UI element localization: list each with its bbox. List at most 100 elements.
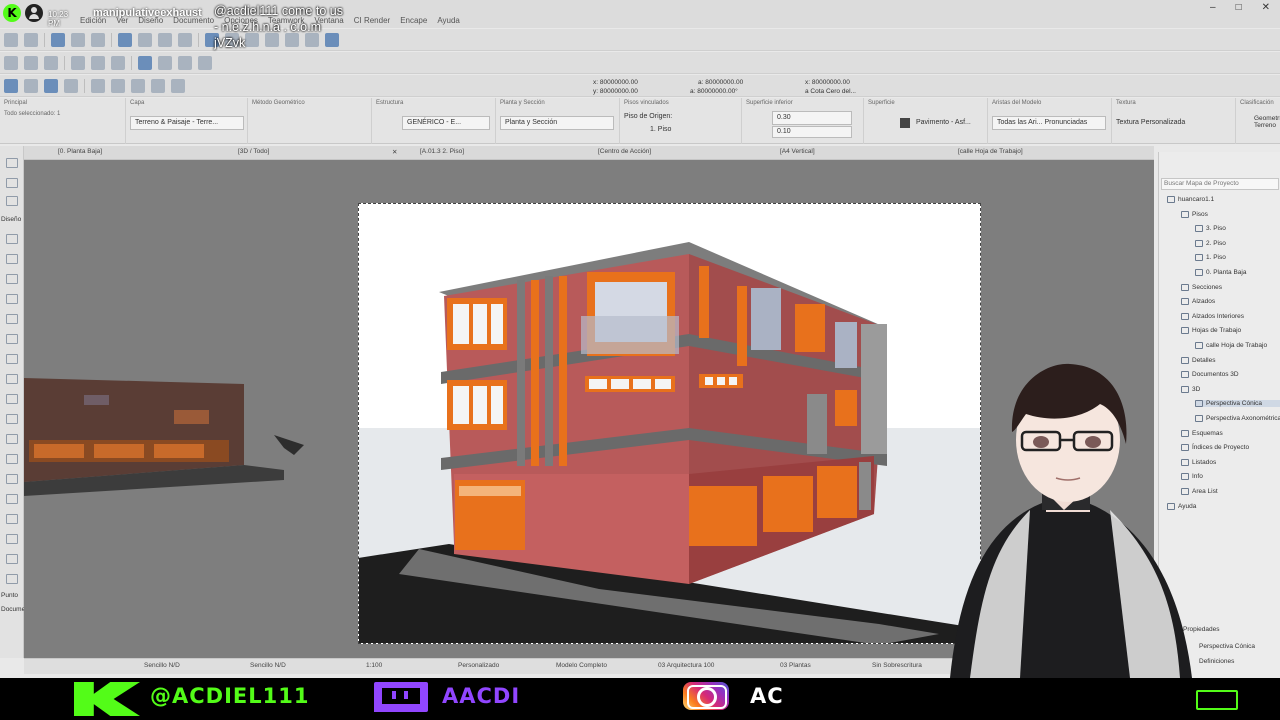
navigator-item[interactable]: Secciones [1181, 283, 1222, 291]
wall-tool-icon[interactable] [6, 234, 18, 244]
navigator-item[interactable]: Hojas de Trabajo [1181, 327, 1241, 335]
mesh-tool-icon[interactable] [6, 354, 18, 364]
navigator-item-label: huancaro1.1 [1178, 196, 1215, 203]
stretch-icon[interactable] [158, 55, 172, 70]
close-icon[interactable]: ✕ [392, 148, 397, 156]
minimize-icon[interactable]: – [1210, 2, 1216, 13]
selection-toolbar [0, 75, 1280, 97]
column-tool-icon[interactable] [6, 254, 18, 264]
line-icon[interactable] [91, 32, 105, 47]
edges-select[interactable]: Todas las Ari... Pronunciadas [992, 116, 1106, 130]
coord-x2: x: 80000000.00 [805, 79, 850, 86]
folder-icon [1195, 254, 1203, 262]
marquee-icon[interactable] [24, 78, 38, 93]
lamp-tool-icon[interactable] [6, 514, 18, 524]
mirror-icon[interactable] [24, 55, 38, 70]
elevate-icon[interactable] [178, 55, 192, 70]
navigator-item[interactable]: Alzados [1181, 298, 1215, 306]
texture-select[interactable]: Textura Personalizada [1116, 119, 1185, 126]
navigator-item[interactable]: 1. Piso [1195, 254, 1226, 262]
tab-a4[interactable]: [A4 Vertical] [780, 148, 815, 155]
layer-combo-icon[interactable] [111, 78, 125, 93]
filter-icon[interactable] [131, 78, 145, 93]
tab-2-piso[interactable]: [A.01.3 2. Piso] [420, 148, 464, 155]
home-story[interactable]: 1. Piso [650, 126, 671, 133]
marquee-tool-icon[interactable] [6, 178, 18, 188]
tab-planta-baja[interactable]: [0. Planta Baja] [58, 148, 102, 155]
object-tool-icon[interactable] [6, 494, 18, 504]
ib-capa: Capa Terreno & Paisaje - Terre... [126, 98, 248, 144]
navigator-item[interactable]: Alzados Interiores [1181, 312, 1244, 320]
scale-select[interactable]: 1:100 [366, 662, 382, 669]
navigator-search-input[interactable]: Buscar Mapa de Proyecto [1161, 178, 1279, 190]
close-icon[interactable]: ✕ [1262, 2, 1270, 13]
roof-tool-icon[interactable] [6, 314, 18, 324]
section-icon[interactable] [151, 78, 165, 93]
tab-centro-accion[interactable]: [Centro de Acción] [598, 148, 651, 155]
navigator-item[interactable]: Perspectiva Cónica [1195, 400, 1280, 408]
pointer-tool-icon[interactable] [6, 554, 18, 564]
thickness-field[interactable]: 0.30 [772, 111, 852, 125]
align-icon[interactable] [111, 55, 125, 70]
navigator-item[interactable]: 3. Piso [1195, 225, 1226, 233]
railing-tool-icon[interactable] [6, 394, 18, 404]
orbit-icon[interactable] [44, 78, 58, 93]
menu-item[interactable]: Ayuda [437, 16, 460, 28]
navigator-item[interactable]: Perspectiva Axonométrica [1195, 415, 1280, 422]
grid-snap-icon[interactable] [138, 55, 152, 70]
window-tool-icon[interactable] [6, 434, 18, 444]
navigator-item[interactable]: Pisos [1181, 210, 1208, 218]
navigator-item[interactable]: 2. Piso [1195, 239, 1226, 247]
arrow-select-icon[interactable] [4, 78, 18, 93]
pan-icon[interactable] [64, 78, 78, 93]
vtuber-avatar [950, 363, 1192, 678]
bottom-field[interactable]: 0.10 [772, 126, 852, 138]
arrow-tool-icon[interactable] [6, 158, 18, 168]
slab-tool-icon[interactable] [6, 294, 18, 304]
trim-icon[interactable] [71, 55, 85, 70]
menu-item[interactable]: Encape [400, 16, 427, 28]
magic-wand-icon[interactable] [171, 78, 185, 93]
layers-icon[interactable] [178, 32, 192, 47]
beam-tool-icon[interactable] [6, 274, 18, 284]
layer-select[interactable]: Terreno & Paisaje - Terre... [130, 116, 244, 130]
shell-tool-icon[interactable] [6, 334, 18, 344]
redo-icon[interactable] [24, 32, 38, 47]
navigator-item[interactable]: huancaro1.1 [1167, 196, 1214, 203]
undo-icon[interactable] [4, 32, 18, 47]
split-icon[interactable] [91, 55, 105, 70]
pen-icon[interactable] [71, 32, 85, 47]
curtain-wall-tool-icon[interactable] [6, 454, 18, 464]
morph-tool-icon[interactable] [6, 534, 18, 544]
stair-tool-icon[interactable] [6, 374, 18, 384]
rotate-icon[interactable] [4, 55, 18, 70]
twitch-handle: AACDI [442, 684, 521, 708]
zone-tool-icon[interactable] [6, 474, 18, 484]
table-icon[interactable] [91, 78, 105, 93]
ib-estructura: Estructura GENÉRICO - E... [372, 98, 496, 144]
coord-x: x: 80000000.00 [593, 79, 638, 86]
menu-item[interactable]: CI Render [354, 16, 390, 28]
tab-hoja-trabajo[interactable]: [calle Hoja de Trabajo] [958, 148, 1023, 155]
tab-3d[interactable]: [3D / Todo] [238, 148, 269, 155]
door-tool-icon[interactable] [6, 414, 18, 424]
surface-select[interactable]: Pavimento - Asf... [916, 119, 971, 126]
grid-icon[interactable] [138, 32, 152, 47]
ib-textura: Textura Textura Personalizada [1112, 98, 1236, 144]
snap-icon[interactable] [118, 32, 132, 47]
selection-tool-icon[interactable] [6, 196, 18, 206]
pick-icon[interactable] [51, 32, 65, 47]
house-icon[interactable] [198, 55, 212, 70]
offset-icon[interactable] [44, 55, 58, 70]
kick-handle: @ACDIEL111 [150, 684, 310, 708]
structure-select[interactable]: GENÉRICO - E... [402, 116, 490, 130]
grid-tool-icon[interactable] [6, 574, 18, 584]
floorplan-select[interactable]: Planta y Sección [500, 116, 614, 130]
maximize-icon[interactable]: □ [1236, 2, 1242, 13]
cursor-icon[interactable] [158, 32, 172, 47]
ib-superficie: Superficie Pavimento - Asf... [864, 98, 988, 144]
navigator-item[interactable]: 0. Planta Baja [1195, 269, 1246, 276]
navigator-item[interactable]: calle Hoja de Trabajo [1195, 342, 1267, 349]
ib-aristas: Aristas del Modelo Todas las Ari... Pron… [988, 98, 1112, 144]
terminal-icon [1196, 690, 1238, 710]
